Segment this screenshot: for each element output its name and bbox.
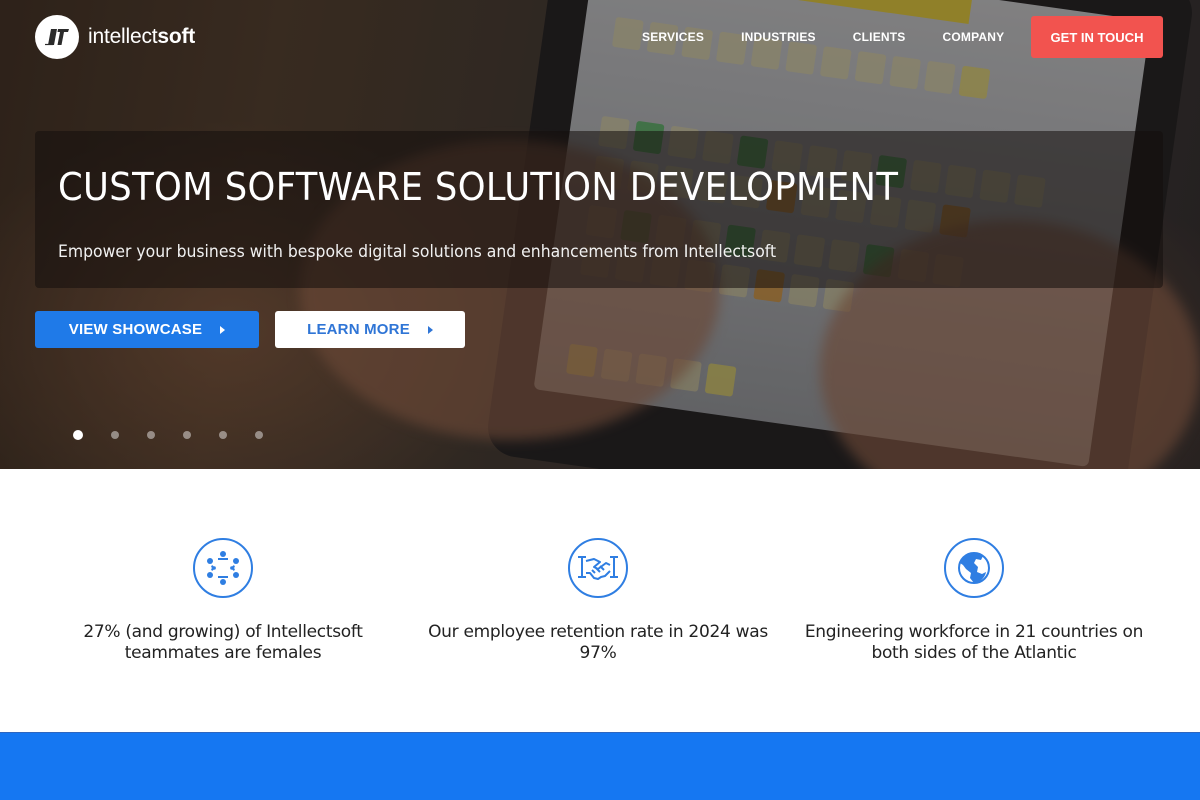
caret-right-icon bbox=[427, 325, 433, 334]
handshake-icon bbox=[568, 538, 628, 598]
carousel-pagination bbox=[73, 430, 263, 440]
team-circle-icon bbox=[193, 538, 253, 598]
stat-item-retention: Our employee retention rate in 2024 was … bbox=[418, 538, 778, 664]
stat-item-women: 27% (and growing) of Intellectsoft teamm… bbox=[43, 538, 403, 664]
globe-icon bbox=[944, 538, 1004, 598]
logo-wordmark: intellectsoft bbox=[88, 25, 196, 48]
carousel-dot-3[interactable] bbox=[147, 431, 155, 439]
stat-text: Our employee retention rate in 2024 was … bbox=[428, 622, 768, 663]
stats-section: 27% (and growing) of Intellectsoft teamm… bbox=[0, 469, 1200, 733]
learn-more-label: LEARN MORE bbox=[307, 321, 410, 338]
nav-item-company[interactable]: COMPANY bbox=[943, 30, 1005, 44]
carousel-dot-6[interactable] bbox=[255, 431, 263, 439]
caret-right-icon bbox=[220, 325, 226, 334]
view-showcase-button[interactable]: VIEW SHOWCASE bbox=[35, 311, 259, 348]
next-section-band bbox=[0, 732, 1200, 800]
main-nav: SERVICES INDUSTRIES CLIENTS COMPANY bbox=[642, 30, 1041, 44]
view-showcase-label: VIEW SHOWCASE bbox=[68, 321, 203, 338]
stat-text: Engineering workforce in 21 countries on… bbox=[804, 622, 1144, 663]
carousel-dot-1[interactable] bbox=[73, 430, 83, 440]
nav-item-services[interactable]: SERVICES bbox=[642, 30, 704, 44]
hero-section: intellectsoft SERVICES INDUSTRIES CLIENT… bbox=[0, 0, 1200, 469]
carousel-dot-2[interactable] bbox=[111, 431, 119, 439]
logo[interactable]: intellectsoft bbox=[35, 15, 195, 59]
hero-text-panel: CUSTOM SOFTWARE SOLUTION DEVELOPMENT Emp… bbox=[35, 131, 1163, 288]
carousel-dot-4[interactable] bbox=[183, 431, 191, 439]
nav-item-industries[interactable]: INDUSTRIES bbox=[741, 30, 816, 44]
get-in-touch-button[interactable]: GET IN TOUCH bbox=[1031, 16, 1163, 58]
page-title: CUSTOM SOFTWARE SOLUTION DEVELOPMENT bbox=[58, 165, 899, 209]
hero-subtitle: Empower your business with bespoke digit… bbox=[58, 242, 777, 262]
learn-more-button[interactable]: LEARN MORE bbox=[275, 311, 465, 348]
carousel-dot-5[interactable] bbox=[219, 431, 227, 439]
logo-mark-icon bbox=[35, 15, 79, 59]
stat-text: 27% (and growing) of Intellectsoft teamm… bbox=[83, 622, 363, 663]
stat-item-countries: Engineering workforce in 21 countries on… bbox=[794, 538, 1154, 664]
nav-item-clients[interactable]: CLIENTS bbox=[853, 30, 906, 44]
